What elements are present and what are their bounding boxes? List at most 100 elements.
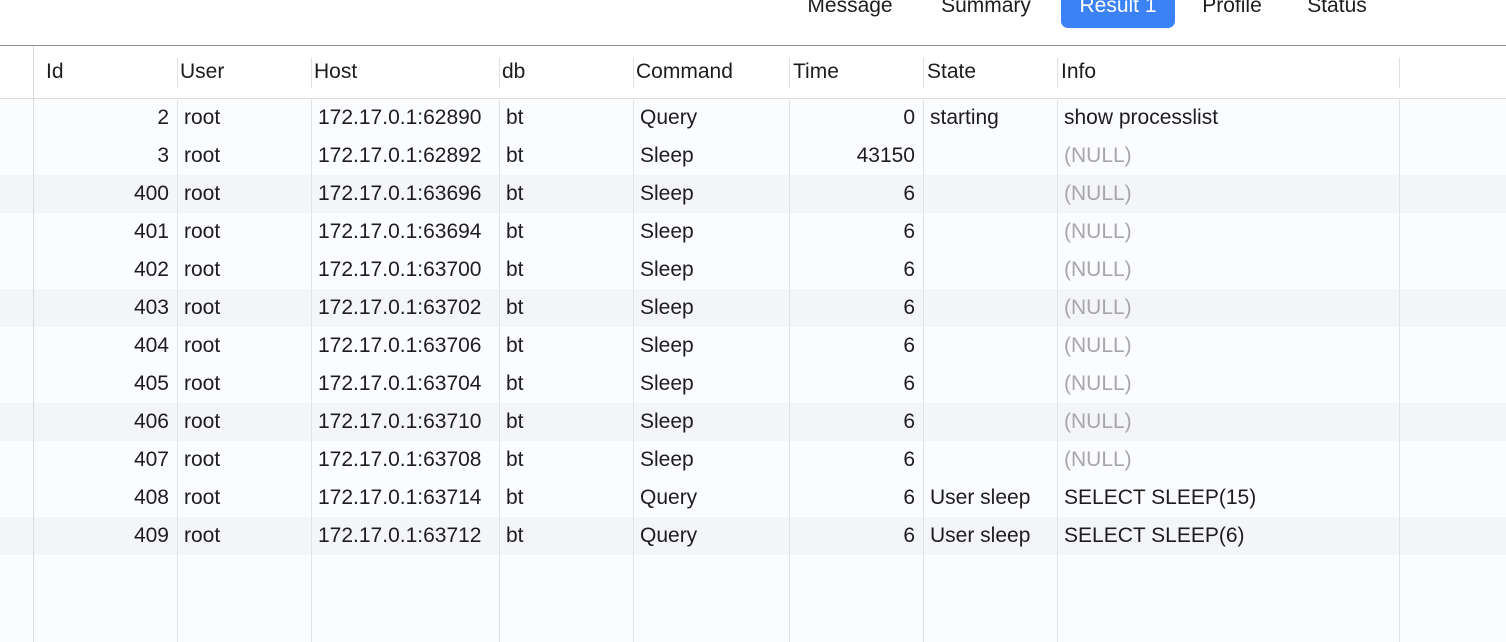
cell-info[interactable]: (NULL) bbox=[1058, 365, 1399, 403]
cell-db[interactable]: bt bbox=[500, 99, 633, 137]
cell-user[interactable]: root bbox=[178, 99, 311, 137]
cell-state[interactable] bbox=[924, 365, 1057, 403]
cell-state[interactable] bbox=[924, 327, 1057, 365]
cell-info[interactable]: (NULL) bbox=[1058, 327, 1399, 365]
cell-host[interactable]: 172.17.0.1:63694 bbox=[312, 213, 499, 251]
column-resize-handle[interactable] bbox=[789, 58, 790, 88]
column-header-command[interactable]: Command bbox=[624, 46, 780, 98]
cell-time[interactable]: 6 bbox=[790, 403, 923, 441]
cell-id[interactable]: 405 bbox=[34, 365, 177, 403]
cell-state[interactable] bbox=[924, 175, 1057, 213]
cell-info[interactable]: (NULL) bbox=[1058, 403, 1399, 441]
cell-time[interactable]: 43150 bbox=[790, 137, 923, 175]
table-row[interactable]: 408 root 172.17.0.1:63714 bt Query 6 User slee… bbox=[0, 479, 1506, 517]
cell-info[interactable]: (NULL) bbox=[1058, 137, 1399, 175]
cell-host[interactable]: 172.17.0.1:62892 bbox=[312, 137, 499, 175]
cell-db[interactable]: bt bbox=[500, 251, 633, 289]
cell-time[interactable]: 6 bbox=[790, 517, 923, 555]
table-row[interactable]: 409 root 172.17.0.1:63712 bt Query 6 User slee… bbox=[0, 517, 1506, 555]
cell-host[interactable]: 172.17.0.1:63714 bbox=[312, 479, 499, 517]
cell-db[interactable]: bt bbox=[500, 137, 633, 175]
cell-state[interactable] bbox=[924, 213, 1057, 251]
tab-result-1[interactable]: Result 1 bbox=[1061, 0, 1175, 28]
cell-host[interactable]: 172.17.0.1:62890 bbox=[312, 99, 499, 137]
cell-db[interactable]: bt bbox=[500, 213, 633, 251]
cell-id[interactable]: 402 bbox=[34, 251, 177, 289]
cell-command[interactable]: Sleep bbox=[634, 213, 789, 251]
cell-user[interactable]: root bbox=[178, 175, 311, 213]
column-header-state[interactable]: State bbox=[915, 46, 1048, 98]
cell-info[interactable]: (NULL) bbox=[1058, 175, 1399, 213]
cell-command[interactable]: Sleep bbox=[634, 365, 789, 403]
cell-time[interactable]: 6 bbox=[790, 479, 923, 517]
cell-db[interactable]: bt bbox=[500, 365, 633, 403]
cell-time[interactable]: 6 bbox=[790, 213, 923, 251]
cell-info[interactable]: (NULL) bbox=[1058, 213, 1399, 251]
column-header-db[interactable]: db bbox=[490, 46, 623, 98]
cell-user[interactable]: root bbox=[178, 441, 311, 479]
table-row[interactable]: 2 root 172.17.0.1:62890 bt Query 0 starting sho… bbox=[0, 99, 1506, 137]
table-row[interactable]: 404 root 172.17.0.1:63706 bt Sleep 6 (NULL) bbox=[0, 327, 1506, 365]
column-resize-handle[interactable] bbox=[633, 58, 634, 88]
table-row[interactable]: 407 root 172.17.0.1:63708 bt Sleep 6 (NULL) bbox=[0, 441, 1506, 479]
cell-state[interactable] bbox=[924, 403, 1057, 441]
cell-command[interactable]: Sleep bbox=[634, 289, 789, 327]
cell-user[interactable]: root bbox=[178, 289, 311, 327]
cell-command[interactable]: Sleep bbox=[634, 137, 789, 175]
cell-id[interactable]: 408 bbox=[34, 479, 177, 517]
tab-profile[interactable]: Profile bbox=[1188, 0, 1276, 28]
cell-state[interactable] bbox=[924, 251, 1057, 289]
cell-state[interactable] bbox=[924, 289, 1057, 327]
cell-state[interactable]: User sleep bbox=[924, 517, 1057, 555]
column-header-host[interactable]: Host bbox=[302, 46, 490, 98]
cell-id[interactable]: 409 bbox=[34, 517, 177, 555]
cell-id[interactable]: 403 bbox=[34, 289, 177, 327]
cell-command[interactable]: Sleep bbox=[634, 251, 789, 289]
cell-host[interactable]: 172.17.0.1:63702 bbox=[312, 289, 499, 327]
cell-info[interactable]: (NULL) bbox=[1058, 251, 1399, 289]
cell-id[interactable]: 400 bbox=[34, 175, 177, 213]
column-resize-handle[interactable] bbox=[177, 58, 178, 88]
cell-time[interactable]: 6 bbox=[790, 251, 923, 289]
cell-host[interactable]: 172.17.0.1:63710 bbox=[312, 403, 499, 441]
cell-id[interactable]: 404 bbox=[34, 327, 177, 365]
cell-time[interactable]: 6 bbox=[790, 441, 923, 479]
cell-host[interactable]: 172.17.0.1:63706 bbox=[312, 327, 499, 365]
cell-host[interactable]: 172.17.0.1:63700 bbox=[312, 251, 499, 289]
cell-user[interactable]: root bbox=[178, 327, 311, 365]
column-header-time[interactable]: Time bbox=[781, 46, 914, 98]
cell-time[interactable]: 6 bbox=[790, 175, 923, 213]
table-row[interactable]: 406 root 172.17.0.1:63710 bt Sleep 6 (NULL) bbox=[0, 403, 1506, 441]
cell-command[interactable]: Sleep bbox=[634, 175, 789, 213]
cell-user[interactable]: root bbox=[178, 213, 311, 251]
cell-command[interactable]: Sleep bbox=[634, 441, 789, 479]
cell-time[interactable]: 0 bbox=[790, 99, 923, 137]
tab-summary[interactable]: Summary bbox=[927, 0, 1045, 28]
cell-user[interactable]: root bbox=[178, 517, 311, 555]
cell-db[interactable]: bt bbox=[500, 403, 633, 441]
cell-host[interactable]: 172.17.0.1:63696 bbox=[312, 175, 499, 213]
cell-db[interactable]: bt bbox=[500, 327, 633, 365]
cell-db[interactable]: bt bbox=[500, 175, 633, 213]
cell-command[interactable]: Query bbox=[634, 99, 789, 137]
cell-user[interactable]: root bbox=[178, 251, 311, 289]
cell-user[interactable]: root bbox=[178, 403, 311, 441]
cell-host[interactable]: 172.17.0.1:63708 bbox=[312, 441, 499, 479]
table-row[interactable]: 405 root 172.17.0.1:63704 bt Sleep 6 (NULL) bbox=[0, 365, 1506, 403]
column-header-user[interactable]: User bbox=[168, 46, 301, 98]
table-row[interactable]: 401 root 172.17.0.1:63694 bt Sleep 6 (NULL) bbox=[0, 213, 1506, 251]
cell-state[interactable] bbox=[924, 137, 1057, 175]
cell-id[interactable]: 3 bbox=[34, 137, 177, 175]
table-row[interactable]: 403 root 172.17.0.1:63702 bt Sleep 6 (NULL) bbox=[0, 289, 1506, 327]
cell-id[interactable]: 401 bbox=[34, 213, 177, 251]
column-resize-handle[interactable] bbox=[311, 58, 312, 88]
cell-user[interactable]: root bbox=[178, 365, 311, 403]
tab-status[interactable]: Status bbox=[1294, 0, 1380, 28]
cell-user[interactable]: root bbox=[178, 137, 311, 175]
cell-host[interactable]: 172.17.0.1:63704 bbox=[312, 365, 499, 403]
tab-message[interactable]: Message bbox=[793, 0, 907, 28]
table-row[interactable]: 400 root 172.17.0.1:63696 bt Sleep 6 (NULL) bbox=[0, 175, 1506, 213]
cell-host[interactable]: 172.17.0.1:63712 bbox=[312, 517, 499, 555]
cell-db[interactable]: bt bbox=[500, 479, 633, 517]
cell-db[interactable]: bt bbox=[500, 289, 633, 327]
